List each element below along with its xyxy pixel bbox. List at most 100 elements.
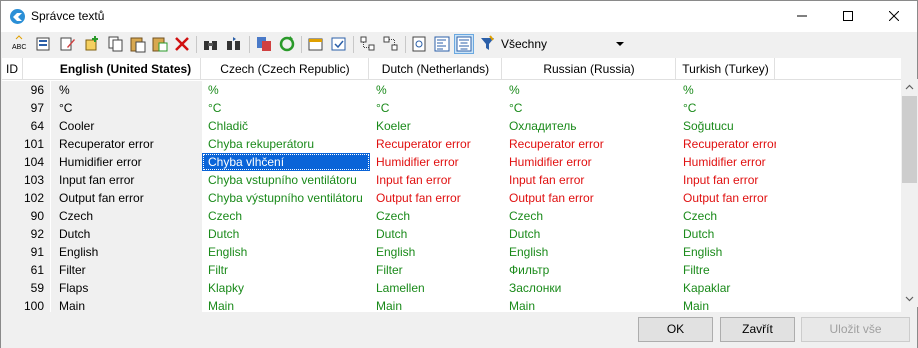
cell-russian[interactable]: Заслонки <box>503 279 677 297</box>
cell-dutch[interactable]: Humidifier error <box>370 153 503 171</box>
cell-english[interactable]: Dutch <box>51 225 202 243</box>
column-header-turkish[interactable]: Turkish (Turkey) <box>677 58 775 80</box>
title-bar[interactable]: Správce textů <box>1 1 917 32</box>
cell-dutch[interactable]: Input fan error <box>370 171 503 189</box>
cell-english[interactable]: Cooler <box>51 117 202 135</box>
cell-russian[interactable]: Dutch <box>503 225 677 243</box>
cell-turkish[interactable]: Filtre <box>677 261 776 279</box>
cell-czech[interactable]: Chyba vstupního ventilátoru <box>202 171 370 189</box>
align-center-icon[interactable] <box>454 34 474 54</box>
cell-turkish[interactable]: Soğutucu <box>677 117 776 135</box>
find-icon[interactable] <box>202 35 220 53</box>
cell-russian[interactable]: °C <box>503 99 677 117</box>
table-row[interactable]: 96%%%%% <box>2 81 901 99</box>
align-left-icon[interactable] <box>433 35 451 53</box>
preview-icon[interactable] <box>411 35 429 53</box>
table-row[interactable]: 90 Czech Czech Czech Czech Czech <box>2 207 901 225</box>
expand-tree-icon[interactable] <box>359 35 377 53</box>
cell-english[interactable]: Filter <box>51 261 202 279</box>
table-row[interactable]: 64 Cooler Chladič Koeler Охладитель Soğutucu <box>2 117 901 135</box>
spellcheck-icon[interactable]: ABC <box>11 35 29 53</box>
translate-icon[interactable] <box>255 35 273 53</box>
cell-dutch[interactable]: °C <box>370 99 503 117</box>
scroll-up-icon[interactable] <box>901 79 918 96</box>
cell-russian[interactable]: Czech <box>503 207 677 225</box>
cell-dutch[interactable]: Lamellen <box>370 279 503 297</box>
cell-english[interactable]: Output fan error <box>51 189 202 207</box>
refresh-icon[interactable] <box>278 35 296 53</box>
cell-turkish[interactable]: English <box>677 243 776 261</box>
text-grid[interactable]: ID English (United States) Czech (Czech … <box>2 58 901 312</box>
check-list-icon[interactable] <box>330 35 348 53</box>
table-row[interactable]: 102 Output fan error Chyba výstupního vent… <box>2 189 901 207</box>
cell-czech[interactable]: Chladič <box>202 117 370 135</box>
cell-turkish[interactable]: °C <box>677 99 776 117</box>
edit-icon[interactable] <box>59 35 77 53</box>
cell-english[interactable]: Recuperator error <box>51 135 202 153</box>
cell-russian[interactable]: Фильтр <box>503 261 677 279</box>
maximize-button[interactable] <box>825 1 871 32</box>
cell-turkish[interactable]: % <box>677 81 776 99</box>
cell-russian[interactable]: Main <box>503 297 677 312</box>
cell-czech[interactable]: Dutch <box>202 225 370 243</box>
cell-czech[interactable]: Chyba výstupního ventilátoru <box>202 189 370 207</box>
cell-english[interactable]: % <box>51 81 202 99</box>
collapse-tree-icon[interactable] <box>382 35 400 53</box>
scrollbar-thumb[interactable] <box>902 96 917 183</box>
cell-dutch[interactable]: % <box>370 81 503 99</box>
table-row[interactable]: 61 Filter Filtr Filter Фильтр Filtre <box>2 261 901 279</box>
cell-dutch[interactable]: Main <box>370 297 503 312</box>
cell-dutch[interactable]: Koeler <box>370 117 503 135</box>
delete-icon[interactable] <box>173 35 191 53</box>
cell-turkish[interactable]: Czech <box>677 207 776 225</box>
properties-icon[interactable] <box>35 35 53 53</box>
table-row[interactable]: 59 Flaps Klapky Lamellen Заслонки Kapaklar <box>2 279 901 297</box>
table-row[interactable]: 101 Recuperator error Chyba rekuperátoru Re… <box>2 135 901 153</box>
settings-icon[interactable] <box>307 35 325 53</box>
cell-czech[interactable]: Chyba rekuperátoru <box>202 135 370 153</box>
close-window-button[interactable] <box>871 1 917 32</box>
cell-dutch[interactable]: English <box>370 243 503 261</box>
cell-russian[interactable]: % <box>503 81 677 99</box>
table-row[interactable]: 91 English English English English English <box>2 243 901 261</box>
cell-turkish[interactable]: Recuperator error <box>677 135 776 153</box>
cell-czech[interactable]: Main <box>202 297 370 312</box>
cell-turkish[interactable]: Output fan error <box>677 189 776 207</box>
cell-turkish[interactable]: Main <box>677 297 776 312</box>
cell-russian[interactable]: Охладитель <box>503 117 677 135</box>
paste-special-icon[interactable] <box>151 35 169 53</box>
cell-russian[interactable]: Humidifier error <box>503 153 677 171</box>
cell-turkish[interactable]: Dutch <box>677 225 776 243</box>
vertical-scrollbar[interactable] <box>901 79 918 307</box>
column-header-russian[interactable]: Russian (Russia) <box>503 58 676 80</box>
cell-english[interactable]: Input fan error <box>51 171 202 189</box>
cell-czech[interactable]: Chyba vlhčení <box>202 153 370 171</box>
cell-russian[interactable]: English <box>503 243 677 261</box>
cell-turkish[interactable]: Humidifier error <box>677 153 776 171</box>
table-row[interactable]: 97 °C °C °C °C °C <box>2 99 901 117</box>
cell-czech[interactable]: Czech <box>202 207 370 225</box>
minimize-button[interactable] <box>779 1 825 32</box>
copy-icon[interactable] <box>107 35 125 53</box>
close-button[interactable]: Zavřít <box>720 317 795 342</box>
cell-english[interactable]: English <box>51 243 202 261</box>
cell-russian[interactable]: Recuperator error <box>503 135 677 153</box>
cell-dutch[interactable]: Filter <box>370 261 503 279</box>
table-row[interactable]: 103 Input fan error Chyba vstupního ventil… <box>2 171 901 189</box>
table-row[interactable]: 100 Main Main Main Main Main <box>2 297 901 312</box>
cell-czech[interactable]: Klapky <box>202 279 370 297</box>
column-header-dutch[interactable]: Dutch (Netherlands) <box>370 58 502 80</box>
paste-icon[interactable] <box>129 35 147 53</box>
cell-russian[interactable]: Input fan error <box>503 171 677 189</box>
cell-english[interactable]: Main <box>51 297 202 312</box>
ok-button[interactable]: OK <box>638 317 713 342</box>
cell-czech[interactable]: English <box>202 243 370 261</box>
column-header-english[interactable]: English (United States) <box>51 58 201 80</box>
cell-czech[interactable]: °C <box>202 99 370 117</box>
cell-turkish[interactable]: Kapaklar <box>677 279 776 297</box>
cell-dutch[interactable]: Recuperator error <box>370 135 503 153</box>
table-row[interactable]: 92 Dutch Dutch Dutch Dutch Dutch <box>2 225 901 243</box>
table-row[interactable]: 104 Humidifier error Chyba vlhčení Humidifi… <box>2 153 901 171</box>
add-text-icon[interactable] <box>83 35 101 53</box>
column-header-id[interactable]: ID <box>2 58 23 80</box>
